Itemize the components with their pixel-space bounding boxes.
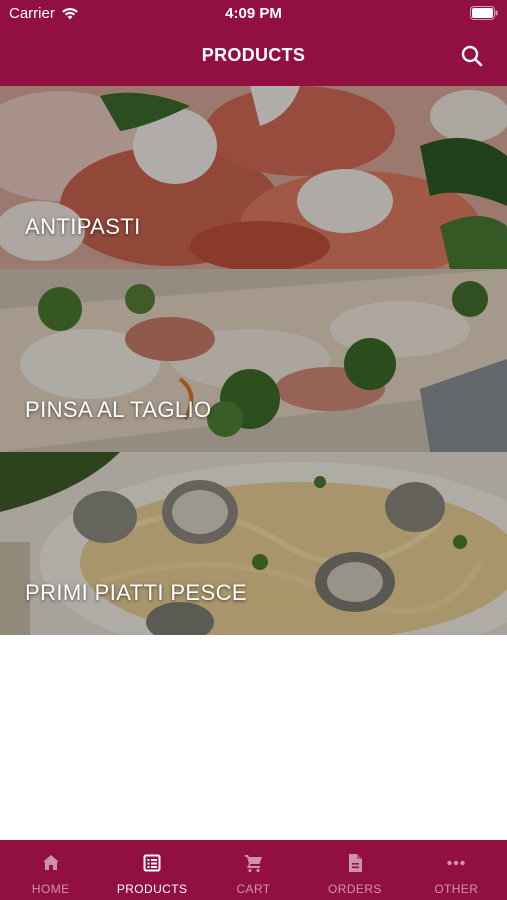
category-list: ANTIPASTI PINSA AL TAGLIO PRIMI PIATTI P… bbox=[0, 86, 507, 635]
tab-products[interactable]: PRODUCTS bbox=[101, 840, 202, 900]
navigation-bar: PRODUCTS bbox=[0, 28, 507, 86]
search-icon bbox=[461, 45, 483, 67]
category-overlay bbox=[0, 86, 507, 269]
status-bar: Carrier 4:09 PM bbox=[0, 0, 507, 28]
tab-orders[interactable]: ORDERS bbox=[304, 840, 405, 900]
category-label: PINSA AL TAGLIO bbox=[25, 397, 212, 422]
tab-other[interactable]: OTHER bbox=[406, 840, 507, 900]
tab-label: PRODUCTS bbox=[116, 882, 188, 896]
tab-cart[interactable]: CART bbox=[203, 840, 304, 900]
status-time: 4:09 PM bbox=[225, 5, 282, 22]
category-label: ANTIPASTI bbox=[25, 214, 141, 239]
cart-icon bbox=[244, 855, 262, 873]
tab-bar: HOME PRODUCTS CART ORDERS OTHER bbox=[0, 840, 507, 900]
more-dots-icon bbox=[447, 860, 466, 866]
category-antipasti[interactable]: ANTIPASTI bbox=[0, 86, 507, 269]
tab-label: OTHER bbox=[434, 882, 479, 896]
tab-home[interactable]: HOME bbox=[0, 840, 101, 900]
page-title: PRODUCTS bbox=[201, 45, 306, 65]
battery-icon bbox=[470, 6, 498, 20]
tab-label: CART bbox=[236, 882, 271, 896]
category-label: PRIMI PIATTI PESCE bbox=[25, 580, 247, 605]
tab-label: ORDERS bbox=[328, 882, 382, 896]
category-overlay bbox=[0, 269, 507, 452]
document-icon bbox=[348, 854, 362, 872]
category-primi-piatti-pesce[interactable]: PRIMI PIATTI PESCE bbox=[0, 452, 507, 635]
search-button[interactable] bbox=[459, 43, 485, 69]
tab-label: HOME bbox=[31, 882, 70, 896]
products-list-icon bbox=[143, 854, 161, 872]
home-icon bbox=[42, 855, 59, 870]
app-header: Carrier 4:09 PM PRODUCTS bbox=[0, 0, 507, 86]
category-overlay bbox=[0, 452, 507, 635]
category-pinsa-al-taglio[interactable]: PINSA AL TAGLIO bbox=[0, 269, 507, 452]
